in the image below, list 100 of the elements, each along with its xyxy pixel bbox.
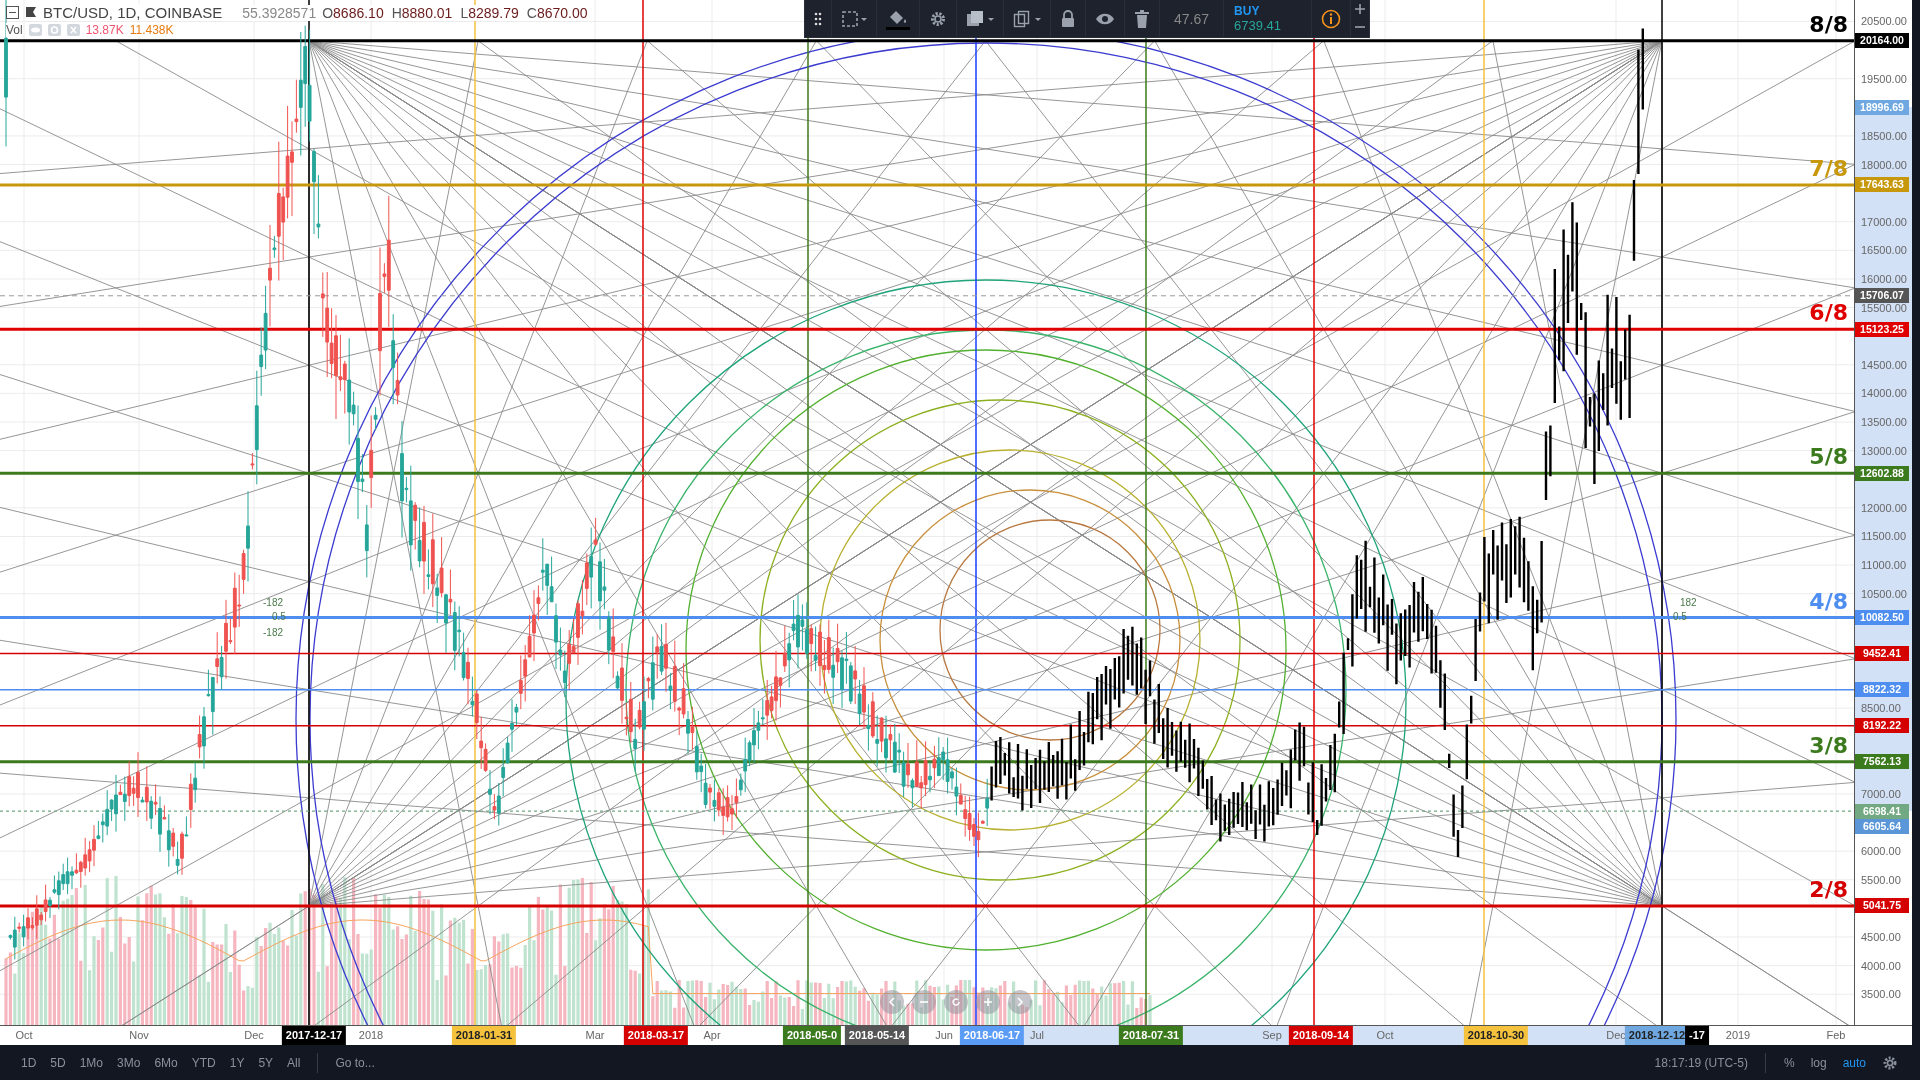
level-label: 4/8 bbox=[1809, 589, 1848, 614]
range-button[interactable]: 5D bbox=[43, 1051, 73, 1074]
time-tick-label: Oct bbox=[15, 1029, 33, 1041]
zoom-in-button[interactable] bbox=[976, 990, 1000, 1014]
date-tag: 2018-09-14 bbox=[1288, 1026, 1354, 1045]
eye-icon bbox=[1095, 11, 1115, 26]
date-tag: -17 bbox=[1685, 1026, 1709, 1045]
range-button[interactable]: 6Mo bbox=[147, 1051, 185, 1074]
price-tag: 9452.41 bbox=[1855, 646, 1909, 662]
range-button[interactable]: 5Y bbox=[251, 1051, 281, 1074]
time-tick-label: Jul bbox=[1029, 1029, 1045, 1041]
ohlc-value: L8289.79 bbox=[460, 4, 519, 21]
price-tick-label: 13000.00 bbox=[1861, 443, 1907, 458]
price-tick-label: 8500.00 bbox=[1861, 701, 1901, 716]
level-label: 6/8 bbox=[1809, 301, 1848, 326]
time-tick-label: Mar bbox=[585, 1029, 605, 1041]
price-tick-label: 20500.00 bbox=[1861, 14, 1907, 29]
price-tag: 5041.75 bbox=[1855, 898, 1909, 914]
level-label: 3/8 bbox=[1809, 733, 1848, 758]
scale-button[interactable]: log bbox=[1802, 1051, 1835, 1074]
range-button[interactable]: 3Mo bbox=[110, 1051, 148, 1074]
clock-label: 18:17:19 (UTC-5) bbox=[1653, 1054, 1749, 1072]
price-tick-label: 10500.00 bbox=[1861, 586, 1907, 601]
goto-button[interactable]: Go to... bbox=[328, 1051, 382, 1074]
price-tick-label: 4000.00 bbox=[1861, 958, 1901, 973]
time-tick-label: Dec bbox=[1606, 1029, 1626, 1041]
price-tag: 8822.32 bbox=[1855, 682, 1909, 698]
range-button[interactable]: YTD bbox=[184, 1051, 223, 1074]
time-tick-label: Dec bbox=[244, 1029, 264, 1041]
trash-icon bbox=[1134, 9, 1150, 28]
time-tick-label: Nov bbox=[129, 1029, 149, 1041]
price-tag: 7562.13 bbox=[1855, 754, 1909, 770]
price-tick-label: 11500.00 bbox=[1861, 529, 1907, 544]
level-label: 8/8 bbox=[1809, 12, 1848, 37]
price-tag: 15706.07 bbox=[1855, 288, 1909, 304]
price-tick-label: 14500.00 bbox=[1861, 357, 1907, 372]
settings-icon bbox=[929, 9, 947, 28]
price-tag: 18996.69 bbox=[1855, 100, 1909, 115]
indicator-value: 55.3928571 bbox=[242, 4, 317, 21]
info-icon bbox=[1321, 8, 1342, 29]
time-tick-label: 2019 bbox=[1725, 1029, 1751, 1041]
volume-label: Vol bbox=[6, 23, 23, 37]
price-tag: 10082.50 bbox=[1855, 610, 1909, 626]
price-tick-label: 5500.00 bbox=[1861, 872, 1901, 887]
fan-label: 0.5 bbox=[1673, 611, 1687, 622]
price-tick-label: 18500.00 bbox=[1861, 128, 1907, 143]
reset-icon bbox=[951, 997, 961, 1007]
plus-icon bbox=[983, 997, 993, 1007]
price-tick-label: 16000.00 bbox=[1861, 271, 1907, 286]
price-tick-label: 4500.00 bbox=[1861, 930, 1901, 944]
price-tick-label: 17000.00 bbox=[1861, 214, 1907, 229]
time-tick-label: Sep bbox=[1262, 1029, 1282, 1041]
range-button[interactable]: 1Mo bbox=[72, 1051, 111, 1074]
price-tick-label: 11000.00 bbox=[1861, 558, 1907, 573]
ohlc-value: O8686.10 bbox=[322, 4, 384, 21]
fan-label: 182 bbox=[1680, 597, 1697, 608]
layers-icon bbox=[966, 9, 994, 28]
scale-button[interactable]: auto bbox=[1834, 1051, 1874, 1074]
lock-icon bbox=[1060, 9, 1076, 28]
level-label: 7/8 bbox=[1809, 156, 1848, 181]
price-tick-label: 12000.00 bbox=[1861, 500, 1907, 515]
price-tag: 17643.63 bbox=[1855, 177, 1909, 193]
collapse-icon[interactable] bbox=[6, 6, 19, 19]
price-tick-label: 6000.00 bbox=[1861, 844, 1901, 859]
price-tick-label: 3500.00 bbox=[1861, 987, 1901, 1002]
price-tick-label: 13500.00 bbox=[1861, 415, 1907, 429]
range-button[interactable]: 1Y bbox=[222, 1051, 252, 1074]
level-label: 5/8 bbox=[1809, 445, 1848, 470]
time-tick-label: Jun bbox=[935, 1029, 953, 1041]
spread-value: 47.67 bbox=[1160, 0, 1225, 37]
scale-button[interactable]: % bbox=[1775, 1051, 1803, 1074]
fan-label: 0.5 bbox=[272, 611, 286, 622]
date-tag: 2018-03-17 bbox=[623, 1026, 689, 1045]
buy-button[interactable]: BUY 6739.41 bbox=[1224, 0, 1313, 37]
date-tag: 2018-06-17 bbox=[959, 1026, 1025, 1045]
copy-icon bbox=[1013, 9, 1041, 28]
price-tick-label: 14000.00 bbox=[1861, 386, 1907, 401]
range-button[interactable]: All bbox=[280, 1051, 308, 1074]
date-tag: 2018-07-31 bbox=[1118, 1026, 1184, 1045]
date-tag: 2018-05-14 bbox=[844, 1026, 910, 1045]
date-tag: 2018-05-0 bbox=[782, 1026, 842, 1045]
date-tag: 2018-10-30 bbox=[1463, 1026, 1529, 1045]
time-tick-label: Feb bbox=[1826, 1029, 1846, 1041]
time-tick-label: Apr bbox=[703, 1029, 721, 1041]
dashed-square-icon bbox=[841, 9, 867, 28]
price-tick-label: 18000.00 bbox=[1861, 157, 1907, 172]
price-tag: 8192.22 bbox=[1855, 718, 1909, 734]
volume-value: 11.438K bbox=[129, 23, 174, 37]
settings-icon[interactable] bbox=[1882, 1054, 1898, 1071]
range-button[interactable]: 1D bbox=[14, 1051, 44, 1074]
level-label: 2/8 bbox=[1809, 878, 1848, 902]
price-tick-label: 7000.00 bbox=[1861, 786, 1901, 801]
price-tag: 20164.00 bbox=[1855, 33, 1909, 49]
date-tag: 2018-01-31 bbox=[451, 1026, 517, 1045]
date-tag: 2017-12-17 bbox=[281, 1026, 347, 1045]
time-tick-label: 2018 bbox=[358, 1029, 384, 1041]
time-tick-label: Oct bbox=[1376, 1029, 1394, 1041]
price-tick-label: 16500.00 bbox=[1861, 243, 1907, 258]
symbol-title: BTC/USD, 1D, COINBASE bbox=[43, 4, 223, 21]
flag-icon bbox=[25, 6, 37, 19]
